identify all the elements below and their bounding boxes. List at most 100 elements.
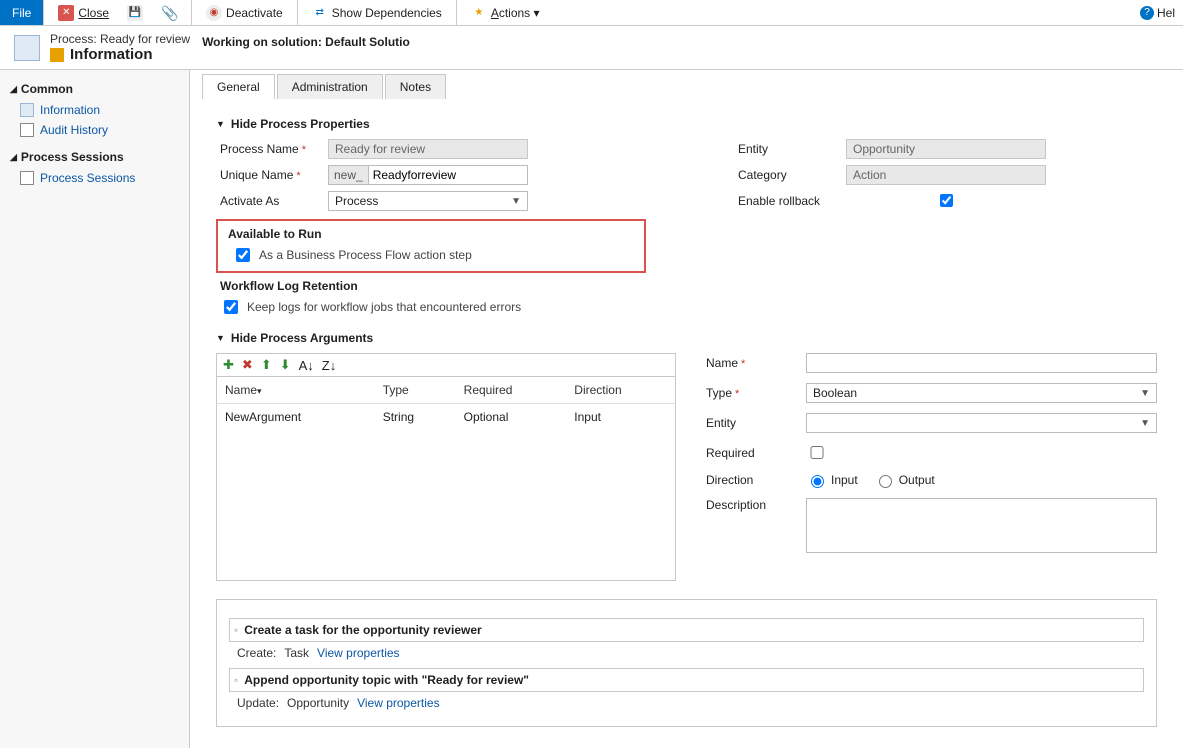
- step-1-title: Create a task for the opportunity review…: [244, 623, 481, 637]
- collapse-icon: ▼: [216, 119, 225, 129]
- actions-menu[interactable]: ★ Actions ▾: [465, 3, 546, 23]
- section-process-properties[interactable]: ▼ Hide Process Properties: [216, 117, 1157, 131]
- available-to-run-title: Available to Run: [228, 227, 634, 241]
- col-direction[interactable]: Direction: [566, 377, 675, 404]
- sessions-icon: [20, 171, 34, 185]
- nav-section-process-sessions[interactable]: ◢ Process Sessions: [10, 150, 179, 164]
- step-1-view-properties[interactable]: View properties: [317, 646, 400, 660]
- arg-name-label: Name*: [706, 356, 796, 370]
- step-2[interactable]: ◦ Append opportunity topic with "Ready f…: [229, 668, 1144, 692]
- cell-required: Optional: [456, 404, 567, 431]
- sort-asc-button[interactable]: A↓: [299, 358, 314, 373]
- left-nav: ◢ Common Information Audit History ◢ Pro…: [0, 70, 190, 748]
- main-content: General Administration Notes ▼ Hide Proc…: [190, 70, 1183, 748]
- attach-button[interactable]: 📎: [155, 3, 183, 23]
- unique-name-prefix: new_: [328, 165, 368, 185]
- arg-required-checkbox[interactable]: [810, 446, 824, 459]
- dependencies-icon: ⇄: [312, 5, 328, 21]
- chevron-down-icon: ▼: [511, 196, 521, 207]
- unique-name-input[interactable]: [368, 165, 528, 185]
- chevron-down-icon: ▼: [1140, 388, 1150, 399]
- nav-item-process-sessions[interactable]: Process Sessions: [10, 168, 179, 188]
- tab-notes[interactable]: Notes: [385, 74, 446, 99]
- help-icon: ?: [1140, 6, 1154, 20]
- cell-type: String: [375, 404, 456, 431]
- tab-administration[interactable]: Administration: [277, 74, 383, 99]
- step-1[interactable]: ◦ Create a task for the opportunity revi…: [229, 618, 1144, 642]
- category-field: Action: [846, 165, 1046, 185]
- bpf-action-step-checkbox[interactable]: [236, 248, 250, 262]
- arg-type-label: Type*: [706, 386, 796, 400]
- delete-argument-button[interactable]: ✖: [242, 357, 253, 373]
- save-button[interactable]: 💾: [121, 3, 149, 23]
- collapse-icon: ◢: [10, 152, 17, 163]
- page-header: Process: Ready for review Information Wo…: [0, 26, 1183, 70]
- show-dependencies-button[interactable]: ⇄ Show Dependencies: [306, 3, 448, 23]
- arg-description-label: Description: [706, 498, 796, 512]
- arg-type-value: Boolean: [813, 386, 857, 400]
- help-button[interactable]: ? Hel: [1132, 0, 1183, 25]
- tabs: General Administration Notes: [202, 74, 1171, 99]
- col-name[interactable]: Name▾: [217, 377, 375, 404]
- arg-required-label: Required: [706, 446, 796, 460]
- bullet-icon: ◦: [234, 623, 238, 637]
- add-argument-button[interactable]: ✚: [223, 357, 234, 373]
- paperclip-icon: 📎: [161, 5, 177, 21]
- bullet-icon: ◦: [234, 673, 238, 687]
- page-title: Information: [70, 46, 153, 63]
- move-up-button[interactable]: ⬆: [261, 357, 272, 373]
- close-button[interactable]: ✕ Close: [52, 3, 115, 23]
- breadcrumb: Process: Ready for review: [50, 32, 190, 46]
- bpf-action-step-label: As a Business Process Flow action step: [259, 248, 472, 262]
- log-retention-title: Workflow Log Retention: [220, 279, 1157, 293]
- table-row[interactable]: NewArgument String Optional Input: [217, 404, 676, 431]
- cell-name: NewArgument: [217, 404, 375, 431]
- category-label: Category: [738, 168, 838, 182]
- sort-desc-button[interactable]: Z↓: [322, 358, 336, 373]
- arg-description-input[interactable]: [806, 498, 1157, 553]
- move-down-button[interactable]: ⬇: [280, 357, 291, 373]
- show-dependencies-label: Show Dependencies: [332, 6, 442, 20]
- audit-icon: [20, 123, 34, 137]
- nav-section-common[interactable]: ◢ Common: [10, 82, 179, 96]
- step-1-entity: Task: [284, 646, 309, 660]
- section-process-arguments[interactable]: ▼ Hide Process Arguments: [216, 331, 1157, 345]
- collapse-icon: ▼: [216, 333, 225, 343]
- deactivate-label: Deactivate: [226, 6, 283, 20]
- nav-section-common-label: Common: [21, 82, 73, 96]
- nav-item-audit-history[interactable]: Audit History: [10, 120, 179, 140]
- enable-rollback-checkbox[interactable]: [850, 194, 1043, 207]
- actions-icon: ★: [471, 5, 487, 21]
- col-required[interactable]: Required: [456, 377, 567, 404]
- section-process-arguments-label: Hide Process Arguments: [231, 331, 373, 345]
- available-to-run-highlight: Available to Run As a Business Process F…: [216, 219, 646, 273]
- toolbar: File ✕ Close 💾 📎 ◉ Deactivate ⇄ Show Dep…: [0, 0, 1183, 26]
- collapse-icon: ◢: [10, 84, 17, 95]
- step-2-title: Append opportunity topic with "Ready for…: [244, 673, 529, 687]
- activate-as-label: Activate As: [220, 194, 320, 208]
- process-icon: [14, 35, 40, 61]
- tab-general[interactable]: General: [202, 74, 275, 99]
- keep-logs-checkbox[interactable]: [224, 300, 238, 314]
- close-label: Close: [78, 6, 109, 20]
- deactivate-button[interactable]: ◉ Deactivate: [200, 3, 289, 23]
- step-2-view-properties[interactable]: View properties: [357, 696, 440, 710]
- arg-type-select[interactable]: Boolean ▼: [806, 383, 1157, 403]
- arg-entity-select[interactable]: ▼: [806, 413, 1157, 433]
- close-icon: ✕: [58, 5, 74, 21]
- step-2-action: Update:: [237, 696, 279, 710]
- arg-direction-output[interactable]: Output: [874, 472, 935, 488]
- arg-direction-input[interactable]: Input: [806, 472, 858, 488]
- activate-as-select[interactable]: Process ▼: [328, 191, 528, 211]
- arg-entity-label: Entity: [706, 416, 796, 430]
- save-icon: 💾: [127, 5, 143, 21]
- arguments-table: Name▾ Type Required Direction NewArgumen…: [216, 377, 676, 581]
- form-icon: [50, 48, 64, 62]
- args-toolbar: ✚ ✖ ⬆ ⬇ A↓ Z↓: [216, 353, 676, 377]
- file-menu[interactable]: File: [0, 0, 44, 25]
- nav-item-information[interactable]: Information: [10, 100, 179, 120]
- entity-label: Entity: [738, 142, 838, 156]
- arg-direction-label: Direction: [706, 473, 796, 487]
- arg-name-input[interactable]: [806, 353, 1157, 373]
- col-type[interactable]: Type: [375, 377, 456, 404]
